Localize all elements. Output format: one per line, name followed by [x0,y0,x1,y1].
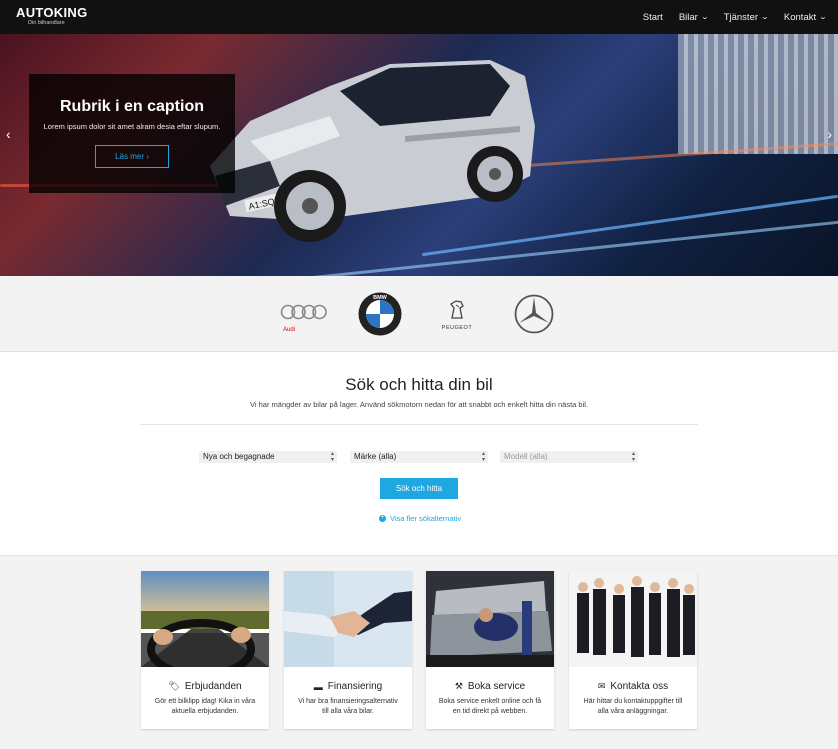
nav-item-label: Kontakt [783,11,817,23]
card-image-business-team [569,571,697,667]
logo-subtitle: Din bilhandlare [28,20,65,26]
card-title-text: Finansiering [327,681,383,692]
card-title: ⚒ Boka service [426,681,554,692]
carousel-next-arrow[interactable]: › [827,126,832,142]
search-subheading: Vi har mängder av bilar på lager. Använd… [250,400,588,409]
nav-item-bilar[interactable]: Bilar ⌄ [678,11,710,23]
nav-item-label: Bilar [678,11,698,23]
envelope-icon: ✉ [597,681,606,691]
card-erbjudanden[interactable]: 🏷 Erbjudanden Gör ett bilklipp idag! Kika… [141,571,269,729]
services-section: 🏷 Erbjudanden Gör ett bilklipp idag! Kika… [0,555,838,749]
make-select-value: Märke (alla) [354,452,397,461]
card-text: Boka service enkelt online och få en tid… [438,698,542,715]
logo[interactable]: AUTOKING Din bilhandlare [16,6,88,27]
carousel-prev-arrow[interactable]: ‹ [6,126,11,142]
model-select-value: Modell (alla) [504,452,548,461]
card-title-text: Erbjudanden [184,681,242,692]
condition-select[interactable]: Nya och begagnade ▴ ▾ [199,451,337,463]
select-arrows-icon: ▴ ▾ [330,451,334,463]
brand-logos-strip: Audi BMW PEUGEOT [0,276,838,352]
card-title: ▬ Finansiering [284,681,412,692]
hero-carousel: A1:SQ50 Rubrik i en caption Lorem ipsum … [0,34,838,276]
audi-logo[interactable]: Audi [280,304,328,333]
select-arrows-icon: ▴ ▾ [631,451,635,463]
read-more-button[interactable]: Läs mer › [95,145,169,168]
nav-item-start[interactable]: Start [643,12,663,23]
hero-car-image: A1:SQ50 [210,60,535,242]
card-boka-service[interactable]: ⚒ Boka service Boka service enkelt online… [426,571,554,729]
bmw-logo[interactable]: BMW [358,292,402,336]
light-streak [500,142,838,169]
nav-item-tjanster[interactable]: Tjänster ⌄ [723,11,770,23]
card-text: Vi har bra finansieringsalternativ till … [298,698,398,715]
peugeot-logo[interactable]: PEUGEOT [434,298,480,332]
card-image-handshake [284,571,412,667]
nav-item-label: Start [642,11,663,23]
main-menu: Start Bilar ⌄ Tjänster ⌄ Kontakt ⌄ [627,0,828,34]
chevron-down-icon: ⌄ [700,14,710,21]
make-select[interactable]: Märke (alla) ▴ ▾ [350,451,488,463]
chevron-down-icon: ⌄ [760,14,770,21]
chevron-down-icon: ⌄ [818,14,828,21]
credit-card-icon: ▬ [313,681,323,692]
card-title-text: Kontakta oss [610,681,669,692]
plus-circle-icon: + [379,515,386,522]
search-button[interactable]: Sök och hitta [380,478,458,499]
read-more-label: Läs mer [115,152,144,161]
model-select[interactable]: Modell (alla) ▴ ▾ [500,451,638,463]
card-title: ✉ Kontakta oss [569,681,697,692]
caption-text: Lorem ipsum dolor sit amet alram desia e… [43,122,221,131]
search-heading: Sök och hitta din bil [345,375,493,394]
caption-title: Rubrik i en caption [59,98,204,115]
chevron-right-icon: › [146,152,149,161]
card-image-mechanic [426,571,554,667]
mercedes-logo[interactable] [514,294,554,334]
select-arrows-icon: ▴ ▾ [481,451,485,463]
condition-select-value: Nya och begagnade [203,452,275,461]
nav-item-label: Tjänster [723,11,759,23]
tools-icon: ⚒ [454,681,463,691]
card-kontakta-oss[interactable]: ✉ Kontakta oss Här hittar du kontaktuppgi… [569,571,697,729]
card-title-text: Boka service [467,681,526,692]
card-finansiering[interactable]: ▬ Finansiering Vi har bra finansieringsal… [284,571,412,729]
card-image-steering-wheel [141,571,269,667]
bmw-wordmark: BMW [373,295,388,301]
card-title: 🏷 Erbjudanden [141,681,269,692]
peugeot-wordmark: PEUGEOT [441,325,473,331]
hero-caption: Rubrik i en caption Lorem ipsum dolor si… [29,74,235,193]
card-text: Gör ett bilklipp idag! Kika in våra aktu… [154,698,256,715]
top-navbar: AUTOKING Din bilhandlare Start Bilar ⌄ Tj… [0,0,838,34]
tag-icon: 🏷 [168,681,180,691]
more-search-options-label: Visa fler sökalternativ [390,514,462,523]
card-text: Här hittar du kontaktuppgifter till alla… [583,698,683,715]
nav-item-kontakt[interactable]: Kontakt ⌄ [783,11,828,23]
logo-title: AUTOKING [16,5,88,20]
hero-background-buildings [678,34,838,154]
more-search-options-link[interactable]: + Visa fler sökalternativ [379,514,461,523]
audi-wordmark: Audi [283,327,296,333]
divider [140,424,698,425]
